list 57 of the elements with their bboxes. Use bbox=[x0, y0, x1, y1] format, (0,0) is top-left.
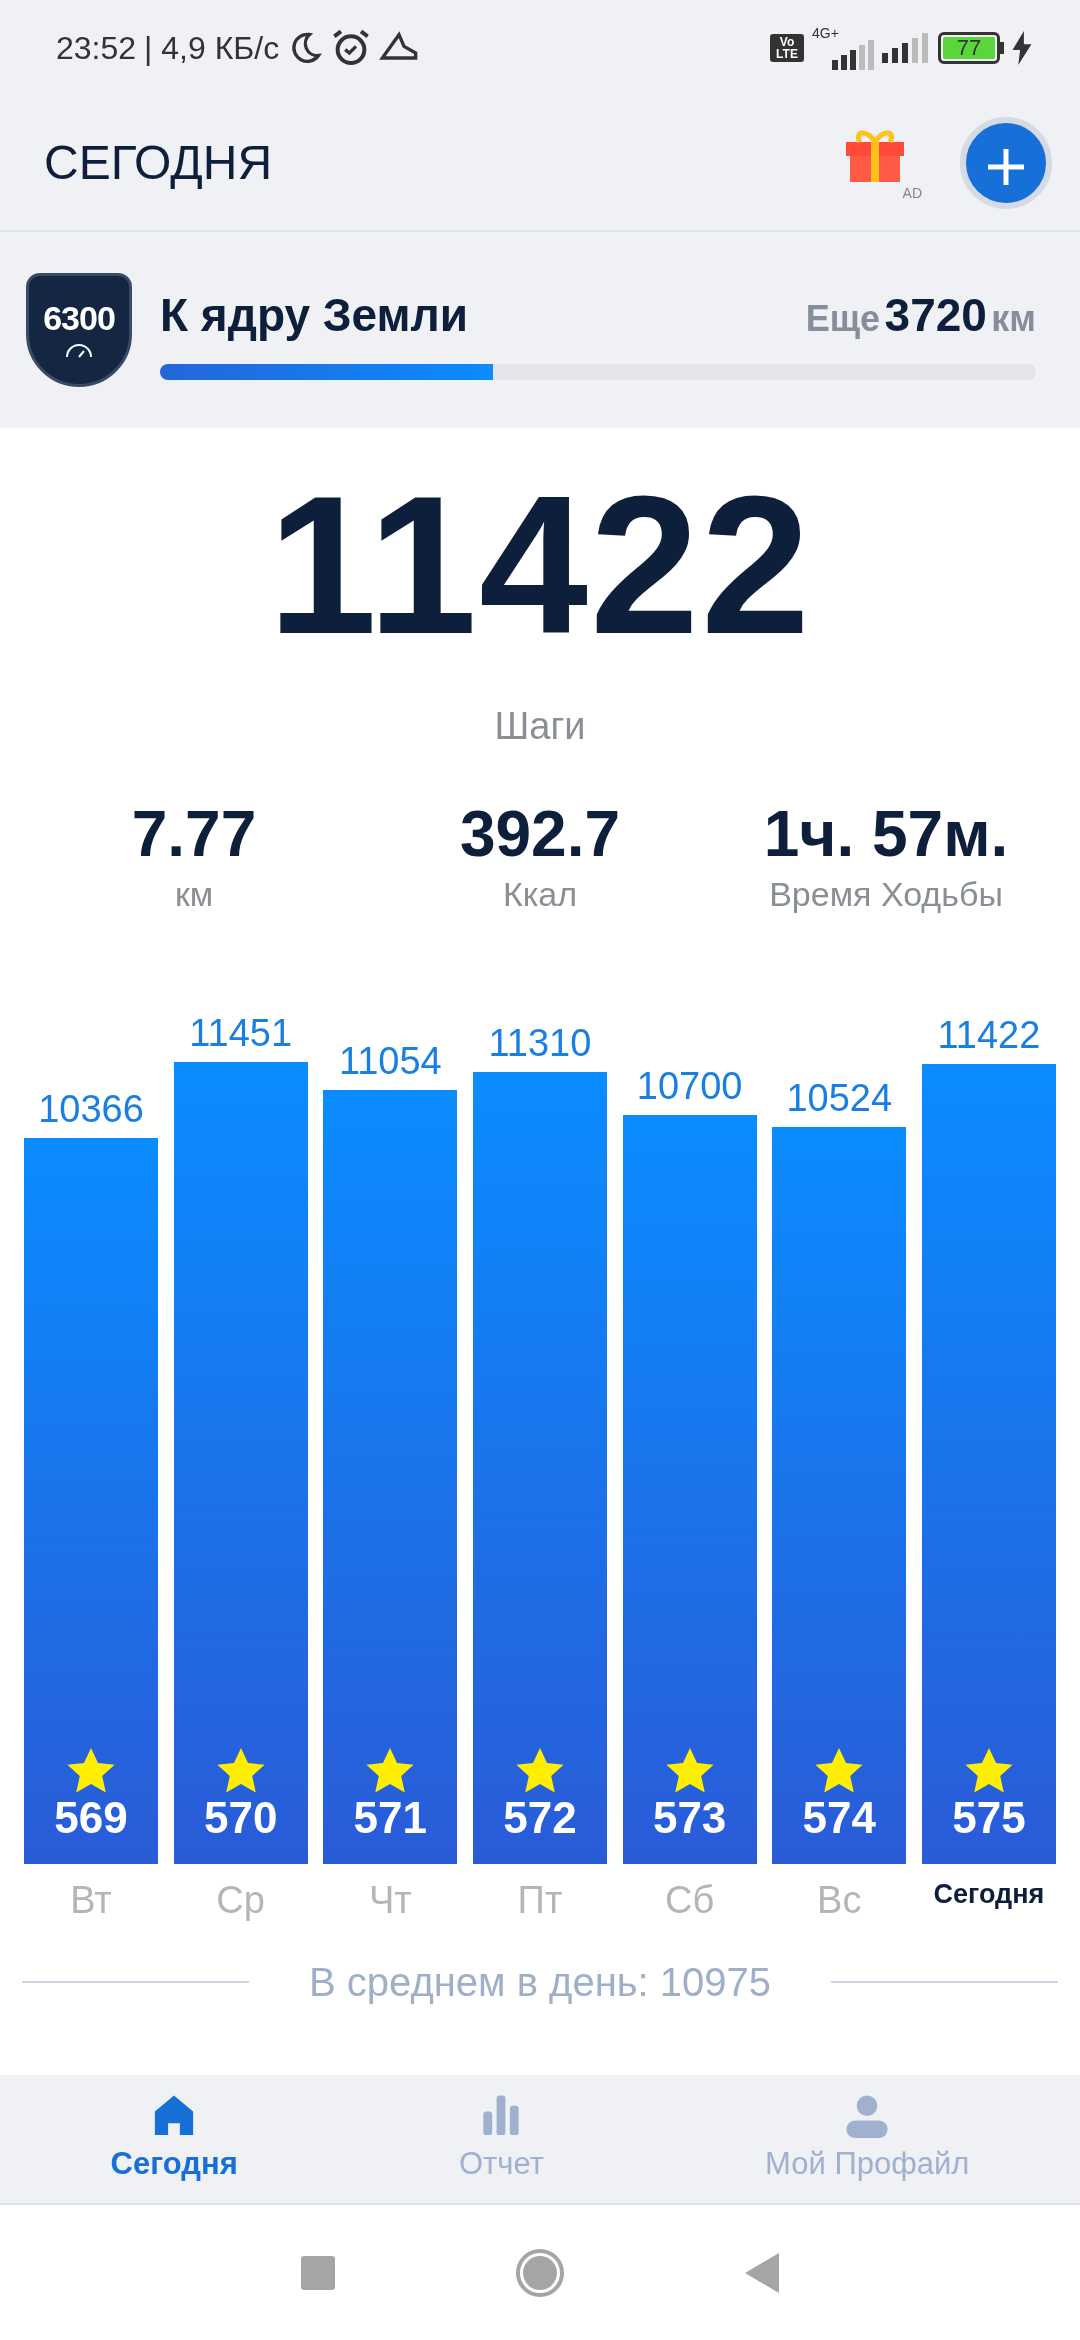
star-icon bbox=[665, 1748, 714, 1794]
gift-button[interactable]: AD bbox=[842, 123, 924, 202]
battery-level: 77 bbox=[943, 36, 995, 59]
star-total: 573 bbox=[652, 1794, 727, 1843]
bar-value: 10524 bbox=[786, 1076, 893, 1122]
signal-icon bbox=[882, 32, 930, 63]
star-total: 571 bbox=[353, 1794, 427, 1843]
day-label: Сегодня bbox=[932, 1878, 1046, 1912]
bar-value: 11422 bbox=[937, 1013, 1041, 1059]
star-icon bbox=[67, 1748, 115, 1794]
home-button[interactable] bbox=[515, 2247, 565, 2298]
stat-value: 1ч. 57м. bbox=[763, 799, 1009, 870]
star-total: 574 bbox=[802, 1794, 876, 1843]
day-label: Сб bbox=[664, 1878, 716, 1924]
bar-value: 11451 bbox=[189, 1011, 293, 1057]
day-label: Вс bbox=[816, 1878, 863, 1924]
status-time: 23:52 bbox=[56, 28, 137, 68]
bar-value: 11054 bbox=[338, 1039, 442, 1085]
recents-button[interactable] bbox=[301, 2255, 335, 2290]
day-label: Чт bbox=[367, 1878, 413, 1924]
star-icon bbox=[366, 1748, 415, 1794]
tab[interactable]: Сегодня bbox=[104, 2089, 244, 2189]
bar-value: 10366 bbox=[38, 1087, 144, 1133]
steps-label: Шаги bbox=[494, 704, 586, 749]
star-total: 570 bbox=[203, 1794, 278, 1843]
ad-label: AD bbox=[902, 185, 922, 200]
star-icon bbox=[815, 1748, 864, 1794]
stat-label: Время Ходьбы bbox=[769, 874, 1003, 916]
network-type: 4G+ bbox=[812, 25, 839, 40]
alarm-icon bbox=[331, 27, 372, 68]
charging-icon bbox=[1012, 30, 1032, 65]
bar-value: 11310 bbox=[488, 1021, 592, 1067]
tab[interactable]: Отчет bbox=[453, 2089, 550, 2189]
stat-label: Ккал bbox=[502, 874, 578, 916]
page-title: СЕГОДНЯ bbox=[44, 134, 273, 191]
stat-label: км bbox=[174, 874, 214, 916]
goal-title: К ядру Земли bbox=[160, 287, 469, 343]
bar-value: 10700 bbox=[636, 1064, 743, 1109]
day-label: Вт bbox=[69, 1878, 113, 1924]
daily-average: В среднем в день: 10975 bbox=[309, 1959, 771, 2007]
star-icon bbox=[515, 1748, 564, 1794]
tab[interactable]: Мой Профайл bbox=[759, 2089, 976, 2189]
goal-badge: 6300 bbox=[26, 273, 132, 387]
network-speed: | 4,9 КБ/с bbox=[144, 28, 280, 68]
stat-value: 392.7 bbox=[459, 799, 621, 870]
star-icon bbox=[964, 1748, 1013, 1794]
day-label: Ср bbox=[215, 1878, 266, 1924]
star-total: 572 bbox=[503, 1794, 577, 1843]
star-total: 575 bbox=[952, 1794, 1026, 1843]
stat-value: 7.77 bbox=[131, 799, 257, 870]
star-total: 569 bbox=[54, 1794, 128, 1843]
star-icon bbox=[216, 1748, 265, 1794]
remaining-distance: Еще3720 км bbox=[805, 287, 1036, 343]
volte-badge: Vo LTE bbox=[770, 33, 804, 62]
back-button[interactable] bbox=[745, 2252, 779, 2293]
step-count: 11422 bbox=[267, 468, 813, 664]
day-label: Пт bbox=[516, 1878, 564, 1924]
